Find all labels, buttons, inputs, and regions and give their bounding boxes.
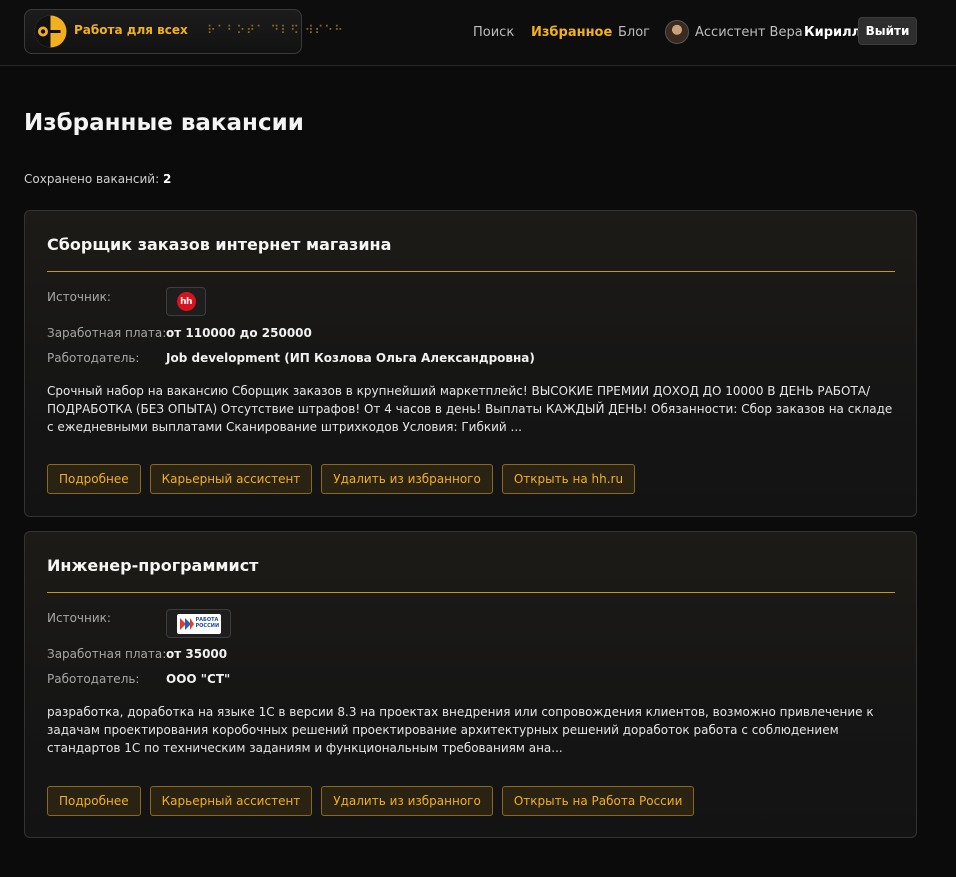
remove-favorite-button[interactable]: Удалить из избранного <box>321 786 493 816</box>
brand-name: Работа для всех <box>74 23 188 37</box>
source-label: Источник: <box>47 290 111 304</box>
saved-count-label: Сохранено вакансий: <box>24 172 160 186</box>
vacancy-description: разработка, доработка на языке 1С в верс… <box>47 705 874 755</box>
brand-logo-icon <box>34 15 67 48</box>
nav-search[interactable]: Поиск <box>473 0 514 64</box>
user-name[interactable]: Кирилл <box>804 0 861 64</box>
salary-label: Заработная плата: <box>47 326 167 340</box>
rabota-rossii-logo-icon: РАБОТА РОССИИ <box>176 613 221 634</box>
source-label: Источник: <box>47 611 111 625</box>
rabota-rossii-text: РАБОТА РОССИИ <box>195 616 220 629</box>
card-actions: Подробнее Карьерный ассистент Удалить из… <box>47 786 695 816</box>
nav-assistant[interactable]: Ассистент Вера <box>665 0 803 64</box>
employer-label: Работодатель: <box>47 672 140 686</box>
employer-value: ООО "СТ" <box>166 672 231 686</box>
salary-value: от 35000 <box>166 647 228 661</box>
brand-logo-link[interactable]: Работа для всех ⠗⠁⠃⠕⠞⠁ ⠙⠇⠫ ⠺⠎⠑⠓ <box>24 9 343 54</box>
brand-braille-text: ⠗⠁⠃⠕⠞⠁ ⠙⠇⠫ ⠺⠎⠑⠓ <box>207 23 344 37</box>
nav-blog[interactable]: Блог <box>618 0 650 64</box>
page-title: Избранные вакансии <box>24 110 304 136</box>
saved-count: Сохранено вакансий: 2 <box>24 172 171 186</box>
career-assistant-button[interactable]: Карьерный ассистент <box>149 786 313 816</box>
vacancy-card: Сборщик заказов интернет магазина Источн… <box>24 210 917 517</box>
nav-assistant-label: Ассистент Вера <box>695 24 803 40</box>
card-divider <box>47 592 895 593</box>
employer-label: Работодатель: <box>47 351 140 365</box>
source-badge: hh <box>166 287 206 316</box>
remove-favorite-button[interactable]: Удалить из избранного <box>321 464 493 494</box>
saved-count-value: 2 <box>162 172 172 186</box>
vacancy-card: Инженер-программист Источник: РАБОТА РОС… <box>24 531 917 838</box>
hh-logo-icon: hh <box>176 292 196 311</box>
open-source-button[interactable]: Открыть на Работа России <box>501 786 695 816</box>
top-header: Работа для всех ⠗⠁⠃⠕⠞⠁ ⠙⠇⠫ ⠺⠎⠑⠓ Поиск Из… <box>0 0 956 66</box>
open-source-button[interactable]: Открыть на hh.ru <box>501 464 636 494</box>
details-button[interactable]: Подробнее <box>47 464 141 494</box>
nav-favorites[interactable]: Избранное <box>531 0 612 64</box>
salary-label: Заработная плата: <box>47 647 167 661</box>
source-badge: РАБОТА РОССИИ <box>166 609 231 638</box>
card-divider <box>47 271 895 272</box>
vacancy-title: Инженер-программист <box>47 556 259 575</box>
salary-value: от 110000 до 250000 <box>166 326 312 340</box>
vacancy-title: Сборщик заказов интернет магазина <box>47 235 392 254</box>
career-assistant-button[interactable]: Карьерный ассистент <box>149 464 313 494</box>
card-actions: Подробнее Карьерный ассистент Удалить из… <box>47 464 636 494</box>
employer-value: Job development (ИП Козлова Ольга Алекса… <box>166 351 535 365</box>
assistant-avatar <box>665 20 689 44</box>
vacancy-description: Срочный набор на вакансию Сборщик заказо… <box>47 384 893 434</box>
logout-button[interactable]: Выйти <box>858 17 917 45</box>
details-button[interactable]: Подробнее <box>47 786 141 816</box>
